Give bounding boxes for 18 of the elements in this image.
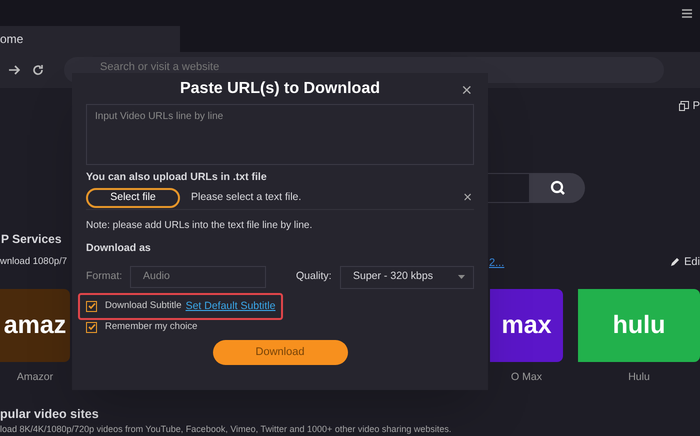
checkbox-label: Remember my choice	[105, 320, 198, 334]
file-status: Please select a text file.	[191, 190, 302, 205]
section-title: P Services	[1, 231, 62, 248]
logo-text: max	[501, 310, 552, 341]
section-subtitle: wnload 1080p/7	[0, 255, 68, 269]
popular-description: load 8K/4K/1080p/720p videos from YouTube, Facebook, Vimeo, Twitter and 1000+ other video sharing websites.	[0, 423, 452, 436]
logo-text: hulu	[612, 310, 666, 341]
quality-label: Quality:	[296, 269, 333, 284]
format-label: Format:	[86, 269, 124, 284]
service-label: Hulu	[628, 370, 650, 385]
download-as-heading: Download as	[86, 240, 152, 256]
service-label: Amazor	[16, 370, 54, 385]
popular-title: pular video sites	[0, 406, 99, 423]
checkbox-label: Download Subtitle	[105, 299, 182, 314]
logo-text: amaz	[4, 310, 66, 341]
service-label: O Max	[511, 370, 542, 385]
upload-heading: You can also upload URLs in .txt file	[86, 170, 268, 185]
note-text: Note: please add URLs into the text file line by line.	[86, 218, 314, 233]
